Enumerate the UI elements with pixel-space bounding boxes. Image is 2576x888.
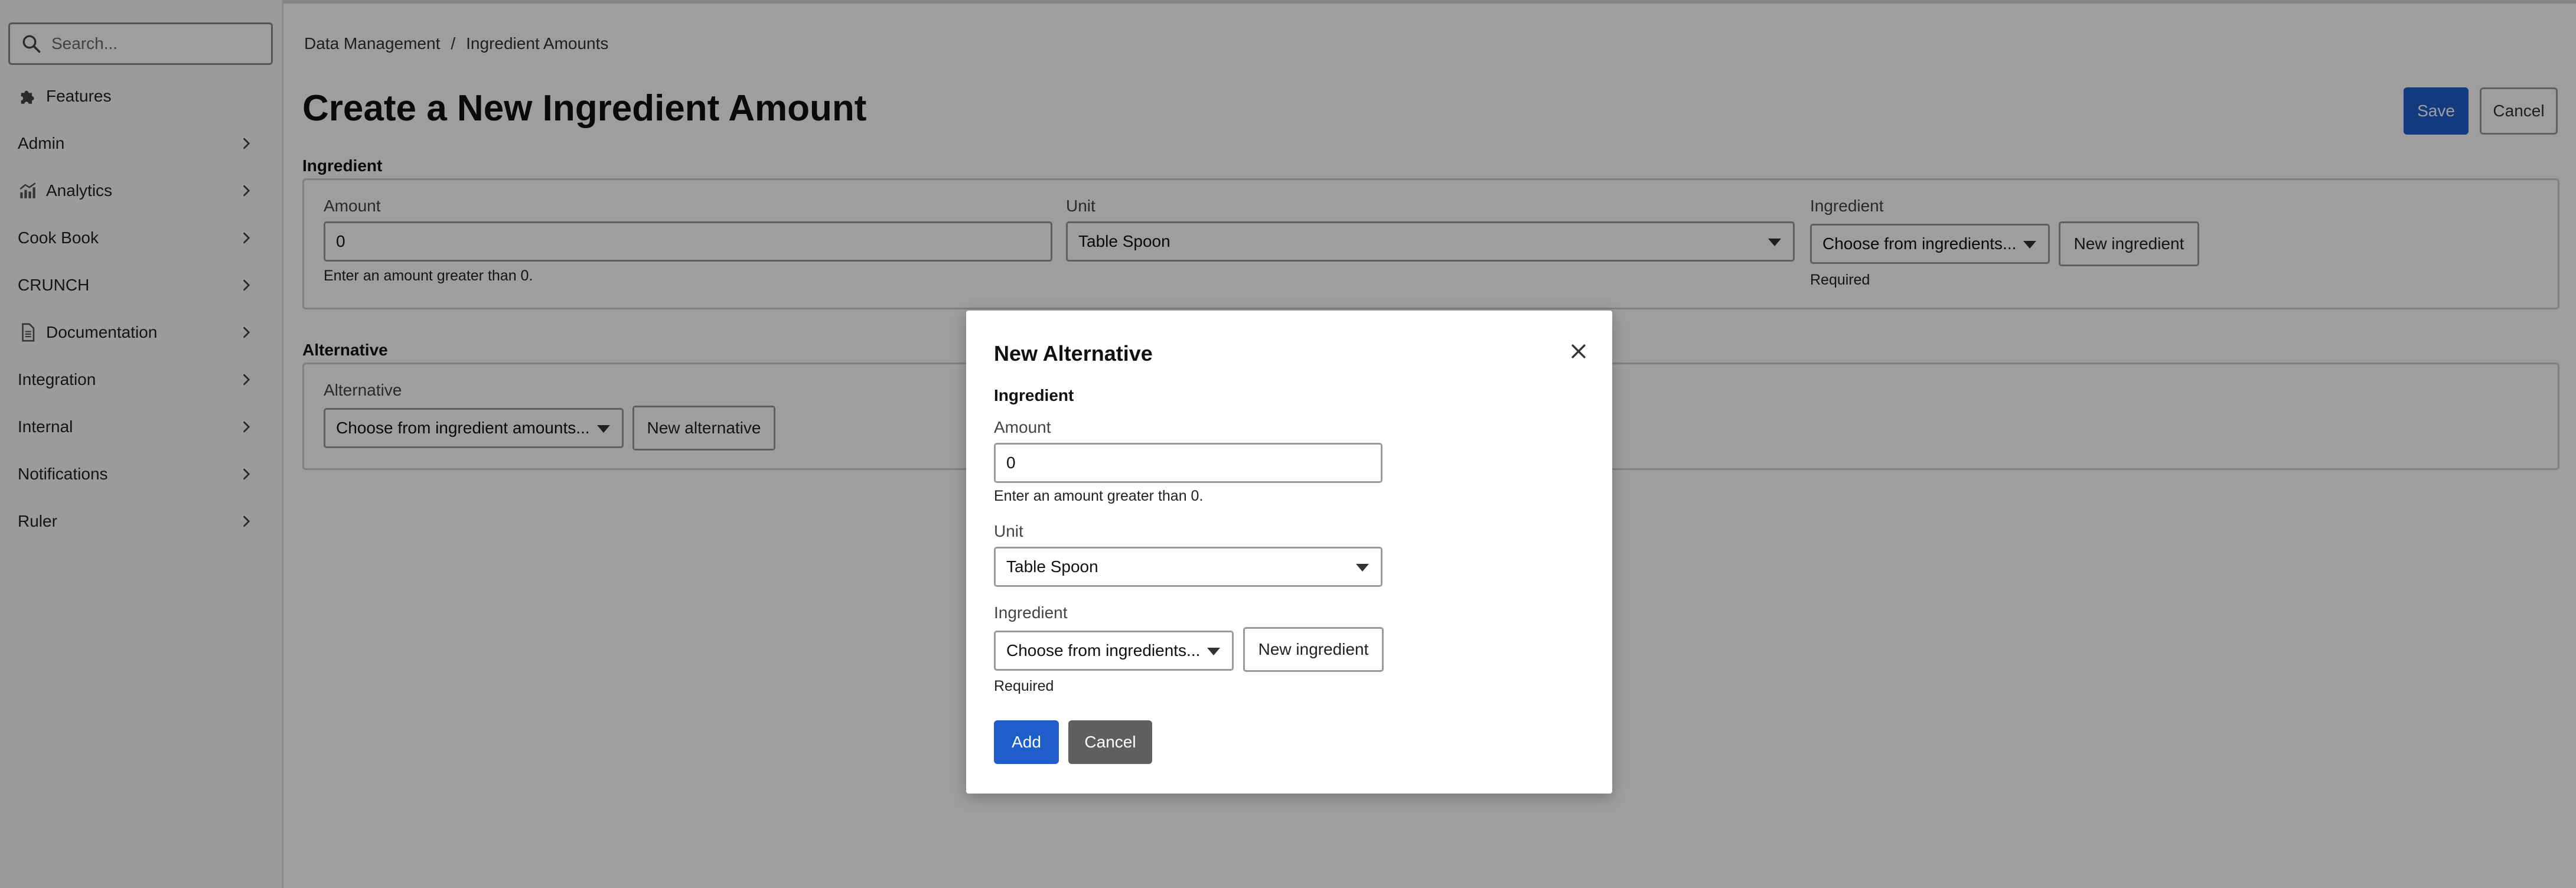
dialog-cancel-button[interactable]: Cancel: [1068, 720, 1152, 764]
dialog-title: New Alternative: [994, 341, 1153, 365]
dialog-ingredient-label: Ingredient: [994, 603, 1068, 622]
new-alternative-dialog: New Alternative Ingredient Amount 0 Ente…: [966, 311, 1612, 794]
dialog-new-ingredient-button[interactable]: New ingredient: [1243, 627, 1384, 672]
dialog-unit-select-value: Table Spoon: [1006, 557, 1098, 576]
dialog-amount-input[interactable]: 0: [994, 443, 1382, 483]
dialog-unit-label: Unit: [994, 522, 1023, 540]
dialog-amount-help-text: Enter an amount greater than 0.: [994, 488, 1204, 504]
dialog-ingredient-required-text: Required: [994, 678, 1054, 694]
close-icon[interactable]: [1569, 341, 1589, 361]
caret-down-icon: [1207, 648, 1220, 655]
dialog-unit-select[interactable]: Table Spoon: [994, 547, 1382, 587]
dialog-section-label: Ingredient: [994, 386, 1074, 404]
dialog-amount-label: Amount: [994, 418, 1051, 436]
add-button[interactable]: Add: [994, 720, 1059, 764]
dialog-ingredient-select[interactable]: Choose from ingredients...: [994, 631, 1234, 671]
dialog-ingredient-select-placeholder: Choose from ingredients...: [1006, 641, 1201, 660]
caret-down-icon: [1356, 564, 1369, 572]
